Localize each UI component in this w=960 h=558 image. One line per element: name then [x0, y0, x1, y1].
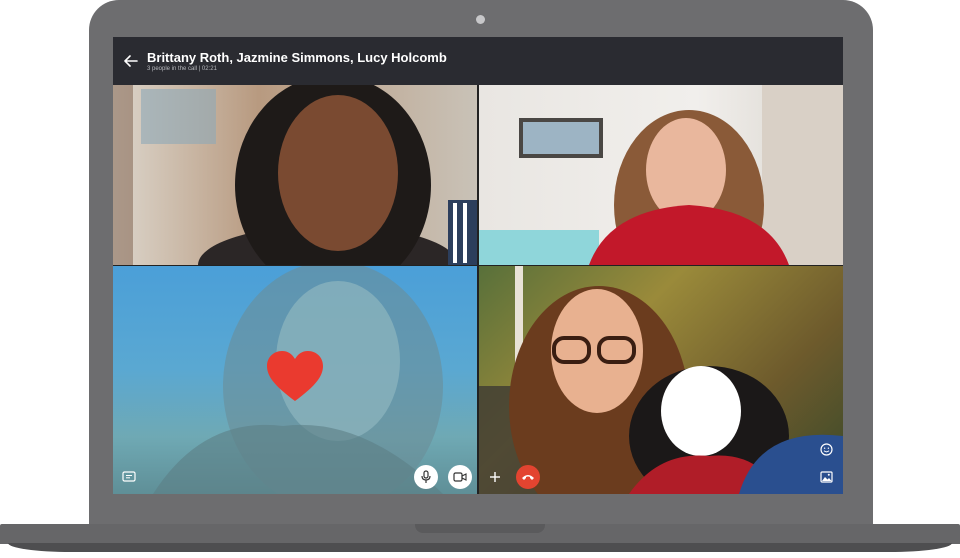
chat-button[interactable]: [121, 469, 137, 485]
end-call-button[interactable]: [516, 465, 540, 489]
chat-icon: [122, 471, 136, 482]
call-participants-title: Brittany Roth, Jazmine Simmons, Lucy Hol…: [147, 50, 447, 65]
participant-video-tile-2[interactable]: [479, 85, 843, 265]
end-call-icon: [522, 475, 534, 480]
video-camera-icon: [453, 472, 467, 482]
image-button[interactable]: [818, 469, 834, 485]
plus-icon: [490, 472, 500, 482]
skype-call-screen: Brittany Roth, Jazmine Simmons, Lucy Hol…: [113, 37, 843, 494]
participant-video-tile-1[interactable]: [113, 85, 477, 265]
emoji-button[interactable]: [818, 441, 834, 457]
call-status-text: 3 people in the call | 02:21: [147, 66, 217, 72]
microphone-icon: [421, 470, 431, 483]
microphone-button[interactable]: [414, 465, 438, 489]
add-button[interactable]: [487, 469, 503, 485]
laptop-base-bottom: [8, 543, 952, 552]
webcam: [476, 15, 485, 24]
participant-video-tile-3[interactable]: [113, 266, 477, 494]
heart-reaction-icon: [267, 351, 323, 401]
laptop-notch: [415, 524, 545, 533]
back-button[interactable]: [121, 51, 141, 71]
image-icon: [819, 471, 833, 483]
participant-video-1: [113, 85, 477, 265]
video-button[interactable]: [448, 465, 472, 489]
participant-video-4: [479, 266, 843, 494]
back-arrow-icon: [124, 55, 138, 67]
participant-video-tile-4[interactable]: [479, 266, 843, 494]
emoji-icon: [819, 442, 833, 456]
call-header: Brittany Roth, Jazmine Simmons, Lucy Hol…: [113, 37, 843, 85]
participant-video-2: [479, 85, 843, 265]
